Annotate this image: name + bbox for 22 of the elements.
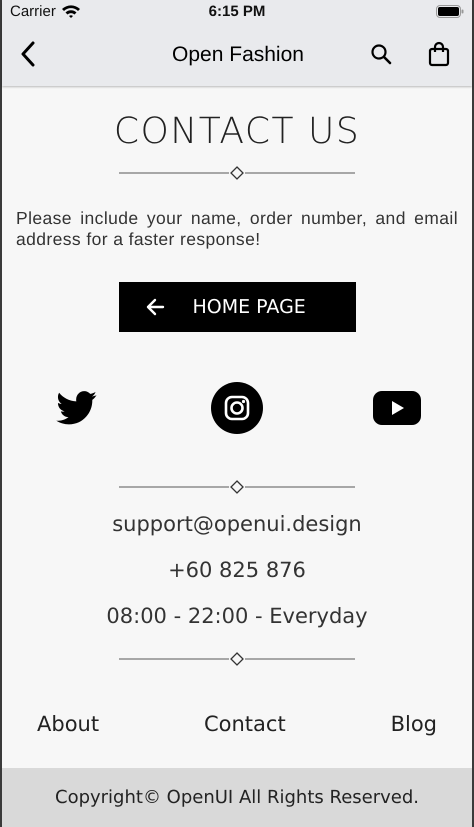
home-page-button[interactable]: HOME PAGE (118, 282, 356, 332)
search-icon[interactable] (370, 43, 392, 65)
back-button[interactable] (20, 41, 36, 67)
opening-hours: 08:00 - 22:00 - Everyday (106, 604, 368, 628)
shopping-bag-icon[interactable] (428, 41, 450, 67)
footer-link[interactable]: Contact (204, 712, 286, 736)
wifi-icon (60, 4, 81, 18)
phone-number: +60 825 876 (168, 558, 306, 582)
carrier-label: Carrier (10, 2, 56, 20)
arrow-left-icon (144, 298, 164, 316)
page-title: CONTACT US (114, 110, 360, 154)
play-button-icon[interactable] (373, 391, 421, 425)
battery-icon (436, 4, 464, 18)
app-title: Open Fashion (171, 42, 305, 66)
footer-link[interactable]: About (37, 712, 100, 736)
copyright-text: Copyright© OpenUI All Rights Reserved. (55, 787, 419, 808)
email-address: support@openui.design (112, 512, 362, 536)
footer-link[interactable]: Blog (390, 712, 437, 736)
instruction-text: Please include your name, order number, and email address for a faster response! (16, 208, 458, 250)
status-time: 6:15 PM (208, 2, 266, 20)
twitter-bird-icon[interactable] (56, 391, 98, 425)
instagram-icon[interactable] (211, 382, 263, 434)
